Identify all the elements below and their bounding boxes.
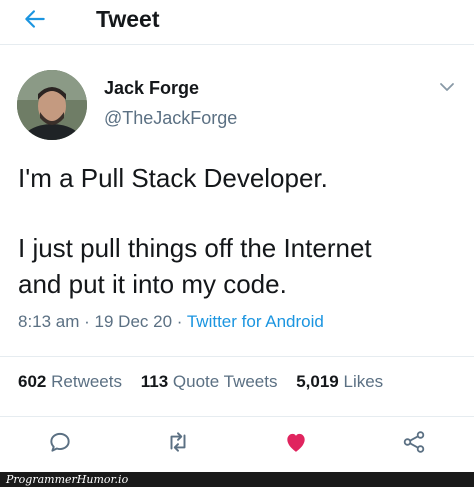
divider <box>0 356 474 357</box>
retweet-icon[interactable] <box>160 424 196 460</box>
likes-stat[interactable]: 5,019 Likes <box>296 372 383 391</box>
retweets-stat[interactable]: 602 Retweets <box>18 372 122 391</box>
author-name[interactable]: Jack Forge <box>104 78 199 99</box>
quote-tweets-count: 113 <box>140 372 169 391</box>
tweet-date: 19 Dec 20 <box>94 312 173 331</box>
quote-tweets-label: Quote Tweets <box>172 372 278 391</box>
reply-icon[interactable] <box>42 424 78 460</box>
likes-label: Likes <box>343 372 384 391</box>
tweet-meta: 8:13 am · 19 Dec 20 · Twitter for Androi… <box>18 312 324 332</box>
top-bar: Tweet <box>0 0 474 45</box>
retweets-label: Retweets <box>51 372 122 391</box>
tweet-text-line: I just pull things off the Internet <box>18 233 372 263</box>
meta-separator: · <box>172 312 187 331</box>
page-title: Tweet <box>96 6 160 32</box>
share-icon[interactable] <box>396 424 432 460</box>
tweet-source-link[interactable]: Twitter for Android <box>187 312 324 331</box>
like-icon[interactable] <box>278 424 314 460</box>
action-bar <box>0 424 474 464</box>
retweets-count: 602 <box>18 372 47 391</box>
tweet-text-line: and put it into my code. <box>18 269 287 299</box>
tweet-stats: 602 Retweets 113 Quote Tweets 5,019 Like… <box>18 372 397 392</box>
quote-tweets-stat[interactable]: 113 Quote Tweets <box>141 372 278 391</box>
author-handle[interactable]: @TheJackForge <box>104 108 237 129</box>
watermark: ProgrammerHumor.io <box>6 473 129 486</box>
meta-separator: · <box>79 312 95 331</box>
watermark-bar: ProgrammerHumor.io <box>0 472 474 487</box>
tweet-time: 8:13 am <box>18 312 80 331</box>
chevron-down-icon[interactable] <box>438 80 456 94</box>
avatar[interactable] <box>17 70 87 140</box>
tweet-card: Jack Forge @TheJackForge I'm a Pull Stac… <box>0 44 474 444</box>
likes-count: 5,019 <box>296 372 339 391</box>
back-arrow-icon[interactable] <box>22 6 52 32</box>
tweet-text-line: I'm a Pull Stack Developer. <box>18 163 328 193</box>
divider <box>0 416 474 417</box>
